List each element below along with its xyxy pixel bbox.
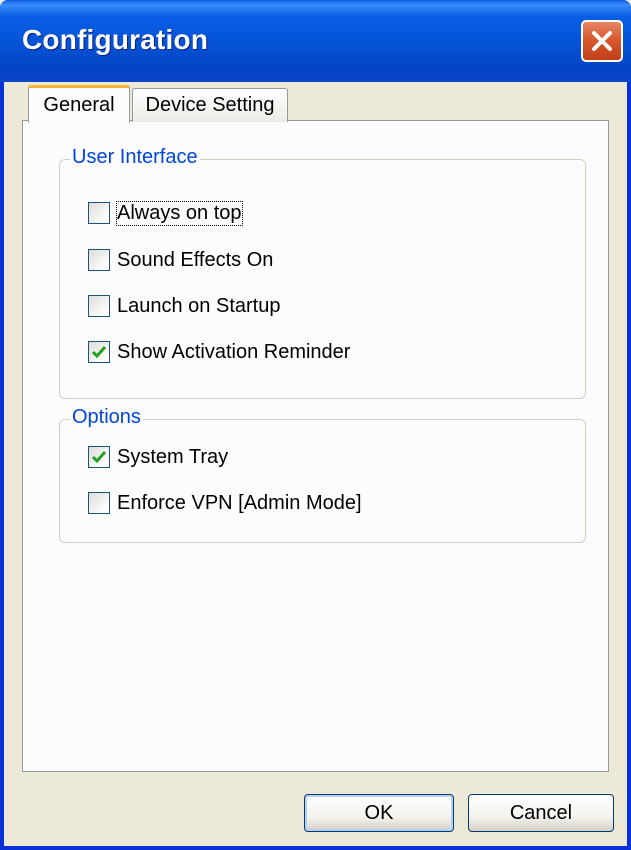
checkmark-icon <box>91 451 107 464</box>
close-button[interactable] <box>581 20 623 62</box>
always-on-top-checkbox[interactable]: Always on top <box>88 200 243 226</box>
ok-button-label: OK <box>364 801 394 824</box>
tab-panel-general: User Interface Always on top Sound Effec… <box>22 120 609 772</box>
sound-effects-checkbox[interactable]: Sound Effects On <box>88 247 273 273</box>
options-legend: Options <box>70 406 143 429</box>
checkmark-icon <box>91 346 107 359</box>
cancel-button[interactable]: Cancel <box>468 794 614 832</box>
enforce-vpn-label: Enforce VPN [Admin Mode] <box>117 491 362 514</box>
tab-device-setting-label: Device Setting <box>145 94 275 116</box>
checkbox-box[interactable] <box>88 295 110 317</box>
system-tray-label: System Tray <box>117 445 229 468</box>
always-on-top-label: Always on top <box>116 200 243 226</box>
ok-button[interactable]: OK <box>304 794 454 832</box>
checkbox-box[interactable] <box>88 492 110 514</box>
checkbox-box[interactable] <box>88 249 110 271</box>
user-interface-group: User Interface Always on top Sound Effec… <box>59 146 586 399</box>
checkbox-box[interactable] <box>88 202 110 224</box>
window-title: Configuration <box>22 24 209 55</box>
close-icon <box>592 31 612 51</box>
options-group: Options System Tray Enforce VPN [Admin M… <box>59 406 586 543</box>
show-activation-reminder-label: Show Activation Reminder <box>117 340 351 363</box>
title-bar[interactable]: Configuration <box>0 0 631 82</box>
launch-on-startup-label: Launch on Startup <box>117 294 281 317</box>
system-tray-checkbox[interactable]: System Tray <box>88 444 228 470</box>
launch-on-startup-checkbox[interactable]: Launch on Startup <box>88 293 280 319</box>
checkbox-box[interactable] <box>88 446 110 468</box>
cancel-button-label: Cancel <box>509 801 573 824</box>
enforce-vpn-checkbox[interactable]: Enforce VPN [Admin Mode] <box>88 490 362 516</box>
checkbox-box[interactable] <box>88 341 110 363</box>
user-interface-legend: User Interface <box>70 146 200 169</box>
show-activation-reminder-checkbox[interactable]: Show Activation Reminder <box>88 339 350 365</box>
sound-effects-label: Sound Effects On <box>117 248 274 271</box>
tab-device-setting[interactable]: Device Setting <box>132 88 288 122</box>
tab-general-label: General <box>43 94 115 116</box>
tab-general[interactable]: General <box>28 85 130 123</box>
